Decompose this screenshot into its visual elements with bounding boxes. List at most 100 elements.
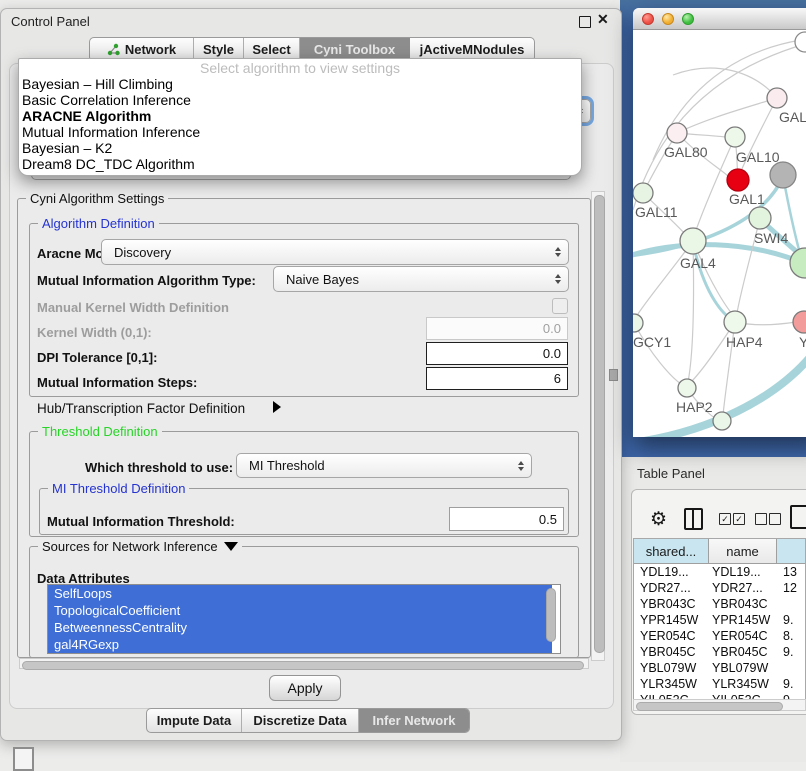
zoom-window-icon[interactable] — [682, 13, 694, 25]
settings-horizontal-scrollbar[interactable] — [19, 658, 589, 669]
node-label: GAL4 — [680, 255, 716, 271]
tab-jactivemnodules-label: jActiveMNodules — [420, 42, 525, 57]
table-cell[interactable] — [777, 660, 805, 676]
hub-definition-toggle[interactable]: Hub/Transcription Factor Definition — [37, 401, 245, 416]
mi-algorithm-type-combo[interactable]: Naive Bayes — [273, 266, 569, 292]
network-canvas[interactable]: GALGAL80GAL10GAL1GAL11SWI4GAL4GCY1HAP4YH… — [633, 30, 806, 437]
sources-title-label: Sources for Network Inference — [42, 539, 218, 554]
table-cell[interactable]: 9. — [777, 676, 805, 692]
tab-infer-network[interactable]: Infer Network — [359, 709, 469, 732]
table-cell[interactable]: 8. — [777, 628, 805, 644]
data-attribute-item[interactable]: BetweennessCentrality — [48, 619, 552, 636]
column-header-name[interactable]: name — [709, 539, 777, 564]
document-icon[interactable] — [790, 505, 806, 529]
close-window-icon[interactable] — [642, 13, 654, 25]
network-view-window: GALGAL80GAL10GAL1GAL11SWI4GAL4GCY1HAP4YH… — [633, 8, 806, 437]
table-row[interactable]: YPR145WYPR145W9. — [634, 612, 805, 628]
network-node-gal11[interactable] — [633, 183, 653, 203]
aracne-mode-combo[interactable]: Discovery — [101, 239, 569, 265]
split-pane-handle[interactable] — [609, 369, 618, 381]
network-node-gal10[interactable] — [725, 127, 745, 147]
network-node[interactable] — [770, 162, 796, 188]
node-label: GAL10 — [736, 149, 780, 165]
table-row[interactable]: YBR043CYBR043C — [634, 596, 805, 612]
unchecked-checkbox-icon[interactable] — [769, 513, 781, 525]
algorithm-option[interactable]: Bayesian – Hill Climbing — [19, 76, 581, 92]
table-cell[interactable]: YBL079W — [709, 660, 777, 676]
network-node[interactable] — [790, 248, 806, 278]
table-row[interactable]: YDR27...YDR27...12 — [634, 580, 805, 596]
data-attribute-item[interactable]: SelfLoops — [48, 585, 552, 602]
table-cell[interactable]: YBR043C — [709, 596, 777, 612]
algorithm-option[interactable]: Dream8 DC_TDC Algorithm — [19, 156, 581, 172]
columns-icon[interactable] — [684, 508, 703, 530]
table-cell[interactable]: YDL19... — [634, 564, 709, 580]
network-node-y[interactable] — [793, 311, 806, 333]
tab-impute-data[interactable]: Impute Data — [147, 709, 242, 732]
table-cell[interactable]: YDR27... — [634, 580, 709, 596]
unchecked-checkbox-icon[interactable] — [755, 513, 767, 525]
table-cell[interactable]: YBL079W — [634, 660, 709, 676]
sources-group-title[interactable]: Sources for Network Inference — [38, 539, 242, 554]
table-cell[interactable]: YLR345W — [709, 676, 777, 692]
network-node-gal4[interactable] — [680, 228, 706, 254]
table-cell[interactable]: YBR043C — [634, 596, 709, 612]
apply-button[interactable]: Apply — [269, 675, 341, 701]
table-cell[interactable]: YPR145W — [709, 612, 777, 628]
network-node-hap4[interactable] — [724, 311, 746, 333]
table-cell[interactable]: YER054C — [634, 628, 709, 644]
column-header-clipped[interactable] — [777, 539, 806, 564]
mi-steps-field[interactable]: 6 — [426, 367, 568, 390]
table-cell[interactable] — [777, 596, 805, 612]
table-row[interactable]: YBR045CYBR045C9. — [634, 644, 805, 660]
settings-vertical-scrollbar[interactable] — [591, 191, 605, 661]
table-cell[interactable]: YDR27... — [709, 580, 777, 596]
checked-checkbox-icon[interactable]: ✓ — [733, 513, 745, 525]
algorithm-option[interactable]: Mutual Information Inference — [19, 124, 581, 140]
table-row[interactable]: YBL079WYBL079W — [634, 660, 805, 676]
close-panel-button[interactable]: ✕ — [597, 11, 609, 28]
minimize-window-icon[interactable] — [662, 13, 674, 25]
tab-discretize-data[interactable]: Discretize Data — [242, 709, 359, 732]
table-cell[interactable]: YBR045C — [709, 644, 777, 660]
dpi-tolerance-field[interactable]: 0.0 — [426, 342, 568, 365]
table-row[interactable]: YER054CYER054C8. — [634, 628, 805, 644]
checked-checkbox-icon[interactable]: ✓ — [719, 513, 731, 525]
network-node-gcy1[interactable] — [633, 314, 643, 332]
table-cell[interactable]: 13 — [777, 564, 805, 580]
algorithm-option[interactable]: Basic Correlation Inference — [19, 92, 581, 108]
table-row[interactable]: YLR345WYLR345W9. — [634, 676, 805, 692]
float-window-button[interactable] — [579, 16, 591, 28]
table-cell[interactable]: 12 — [777, 580, 805, 596]
mi-threshold-field[interactable]: 0.5 — [449, 507, 564, 531]
network-node-gal[interactable] — [767, 88, 787, 108]
node-label: SWI4 — [754, 230, 788, 246]
network-node-gal80[interactable] — [667, 123, 687, 143]
table-cell[interactable]: 9. — [777, 644, 805, 660]
column-header-shared-name[interactable]: shared... — [634, 539, 709, 564]
table-horizontal-scrollbar[interactable] — [633, 699, 806, 711]
algorithm-option[interactable]: Bayesian – K2 — [19, 140, 581, 156]
table-cell[interactable]: YPR145W — [634, 612, 709, 628]
table-row[interactable]: YDL19...YDL19...13 — [634, 564, 805, 580]
table-cell[interactable]: 9. — [777, 612, 805, 628]
table-cell[interactable]: YLR345W — [634, 676, 709, 692]
network-node-gal1[interactable] — [727, 169, 749, 191]
table-cell[interactable]: YDL19... — [709, 564, 777, 580]
table-cell[interactable]: YER054C — [709, 628, 777, 644]
aracne-mode-value: Discovery — [114, 245, 171, 260]
network-window-titlebar[interactable] — [633, 8, 806, 30]
which-threshold-combo[interactable]: MI Threshold — [236, 453, 532, 478]
algorithm-option[interactable]: ARACNE Algorithm — [19, 108, 581, 124]
table-cell[interactable]: YBR045C — [634, 644, 709, 660]
network-node-hap2[interactable] — [678, 379, 696, 397]
data-attribute-item[interactable]: TopologicalCoefficient — [48, 602, 552, 619]
network-node[interactable] — [713, 412, 731, 430]
expand-arrow-icon[interactable] — [273, 401, 281, 413]
network-node-swi4[interactable] — [749, 207, 771, 229]
attribute-list-scrollbar[interactable] — [545, 586, 556, 648]
combo-stepper-icon — [555, 274, 561, 284]
network-node[interactable] — [795, 32, 806, 52]
data-attribute-item[interactable]: gal4RGexp — [48, 636, 552, 653]
gear-icon[interactable]: ⚙ — [650, 510, 667, 529]
